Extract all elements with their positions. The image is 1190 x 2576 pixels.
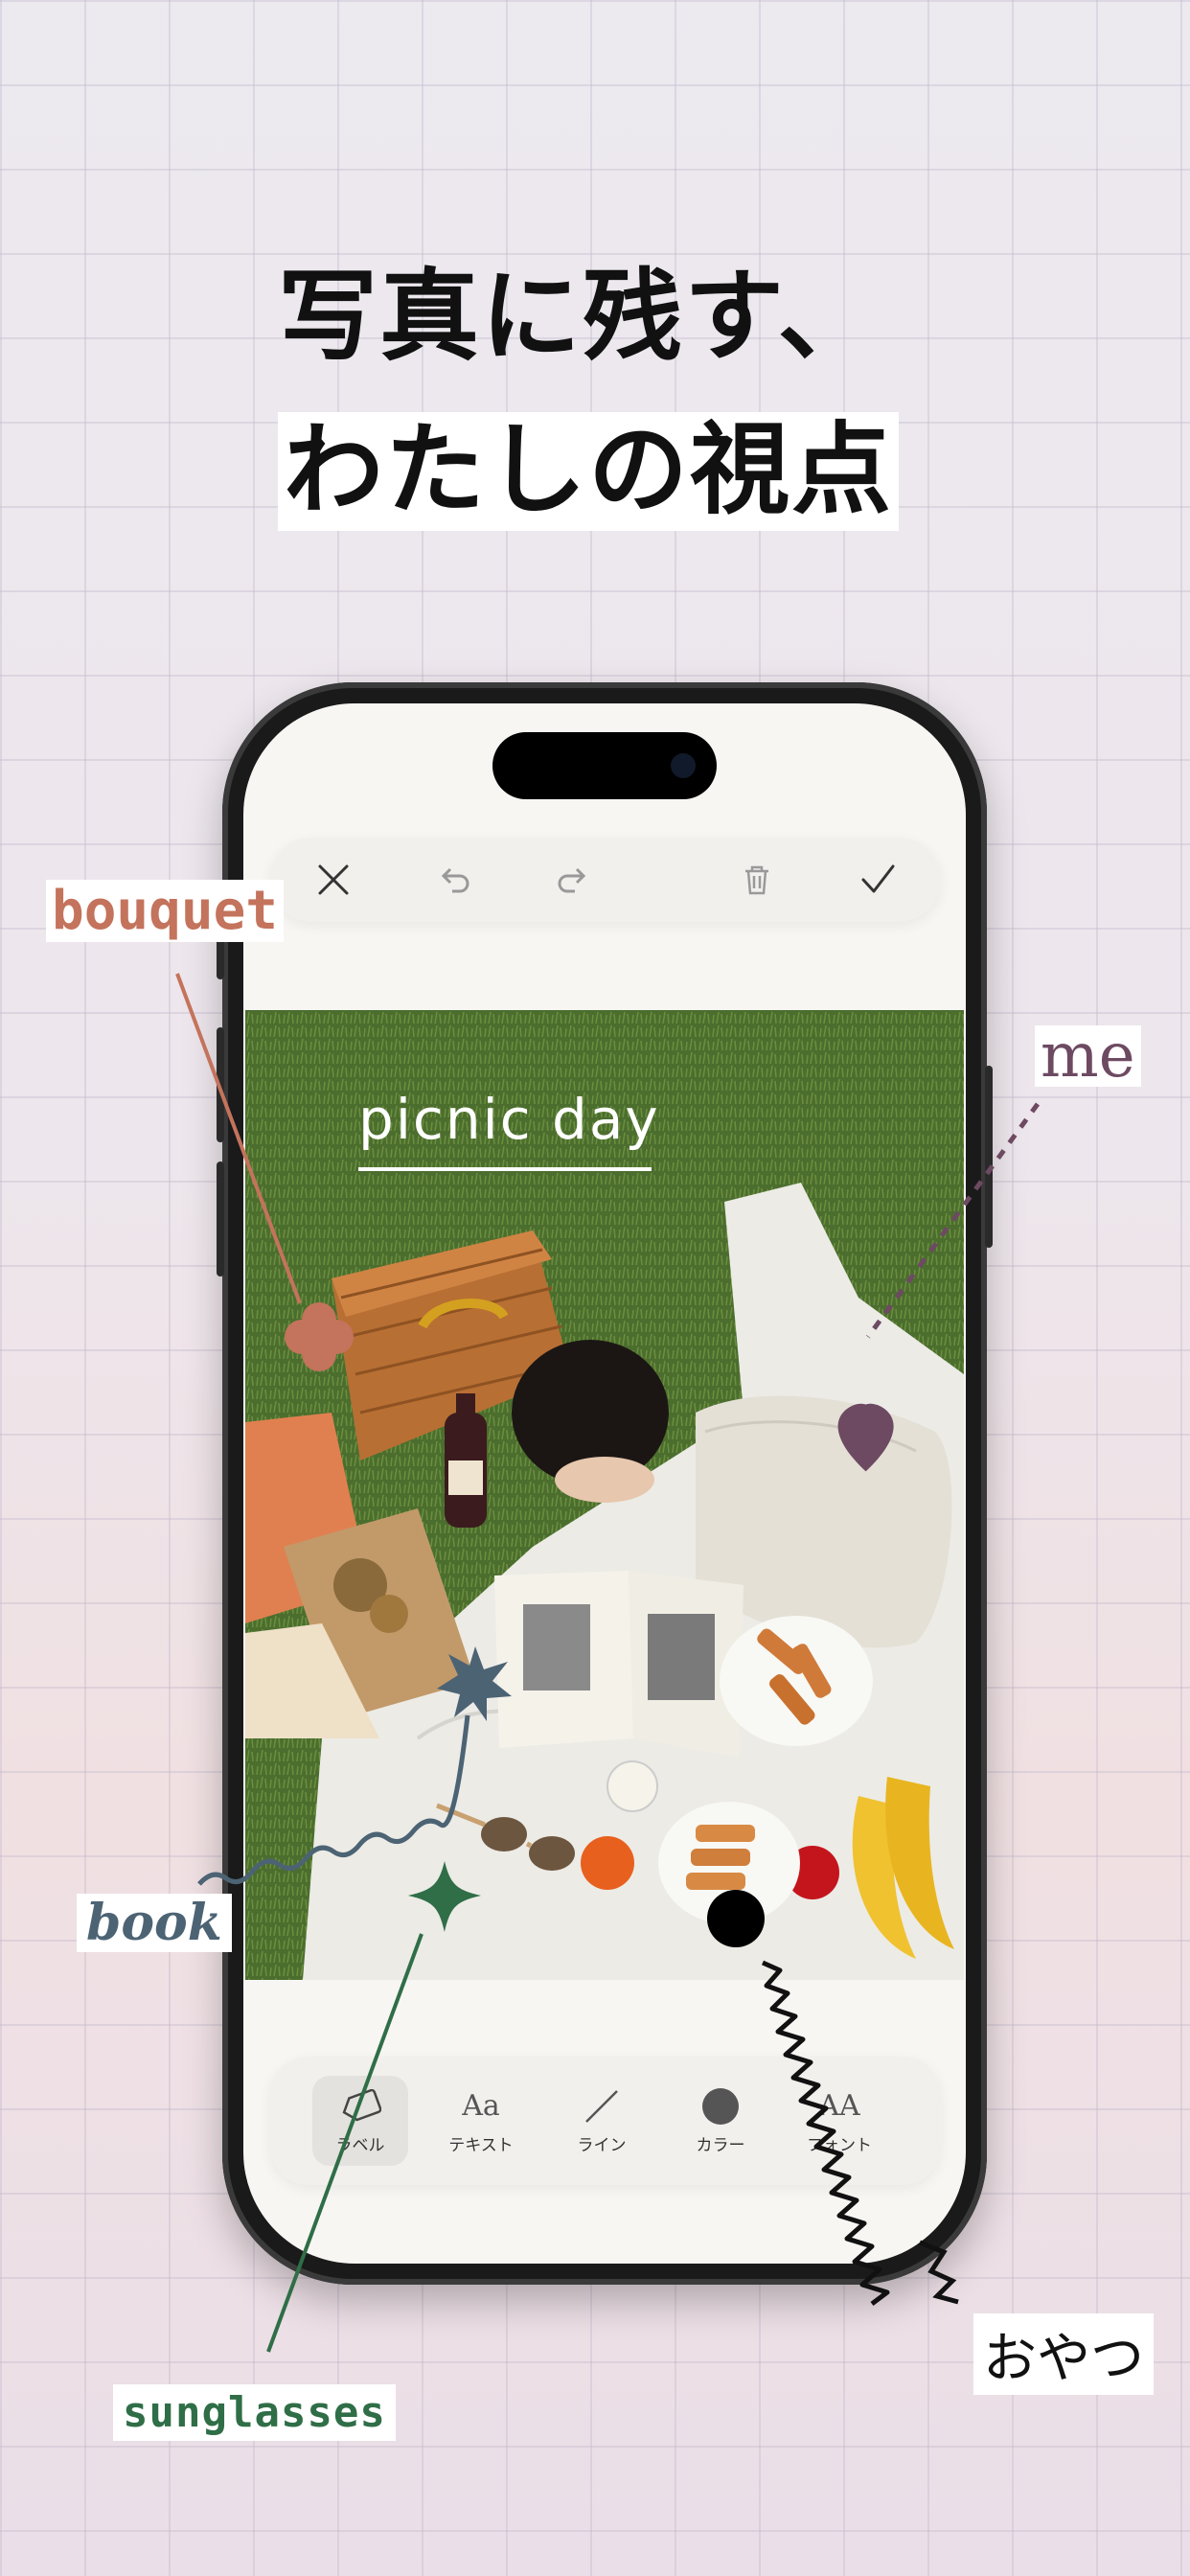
photo-title-text[interactable]: picnic day (358, 1087, 660, 1152)
tool-text[interactable]: Aa テキスト (433, 2076, 529, 2166)
picnic-photo[interactable]: picnic day (245, 1010, 964, 1980)
tool-color-label: カラー (696, 2135, 745, 2155)
tool-font[interactable]: AA フォント (791, 2076, 887, 2166)
undo-icon[interactable] (431, 857, 477, 903)
tool-line[interactable]: ライン (554, 2076, 650, 2166)
photo-title-underline (358, 1167, 652, 1171)
dynamic-island (492, 732, 717, 799)
tool-font-label: フォント (807, 2135, 872, 2155)
label-oyatsu: おやつ (973, 2313, 1154, 2395)
tool-label-text: ラベル (335, 2135, 385, 2155)
close-icon[interactable] (310, 857, 356, 903)
phone-mockup: picnic day ラベル Aa テキスト ライン カラー AA フォント (217, 682, 993, 2285)
tool-color[interactable]: カラー (673, 2076, 768, 2166)
line-icon (581, 2087, 623, 2126)
editor-toolbar (270, 838, 941, 922)
text-icon: Aa (462, 2089, 500, 2123)
label-book: book (77, 1894, 232, 1952)
tool-line-label: ライン (577, 2135, 627, 2155)
headline-line-2: わたしの視点 (278, 412, 900, 531)
tool-text-label: テキスト (448, 2135, 514, 2155)
photo-illustration (245, 1010, 964, 1980)
tag-icon (339, 2087, 381, 2126)
phone-screen: picnic day ラベル Aa テキスト ライン カラー AA フォント (243, 703, 966, 2264)
phone-power-button (985, 1066, 993, 1248)
label-me: me (1035, 1025, 1141, 1087)
phone-volume-up-button (217, 1027, 224, 1142)
phone-volume-down-button (217, 1162, 224, 1276)
color-dot-icon (699, 2087, 742, 2126)
label-sunglasses: sunglasses (113, 2384, 396, 2441)
headline-line-1: 写真に残す、 (278, 258, 880, 375)
trash-icon[interactable] (734, 857, 780, 903)
font-icon: AA (818, 2089, 860, 2123)
check-icon[interactable] (855, 857, 901, 903)
editor-tool-bar: ラベル Aa テキスト ライン カラー AA フォント (270, 2057, 941, 2185)
redo-icon[interactable] (550, 857, 596, 903)
tool-label[interactable]: ラベル (312, 2076, 408, 2166)
label-bouquet: bouquet (46, 880, 285, 942)
